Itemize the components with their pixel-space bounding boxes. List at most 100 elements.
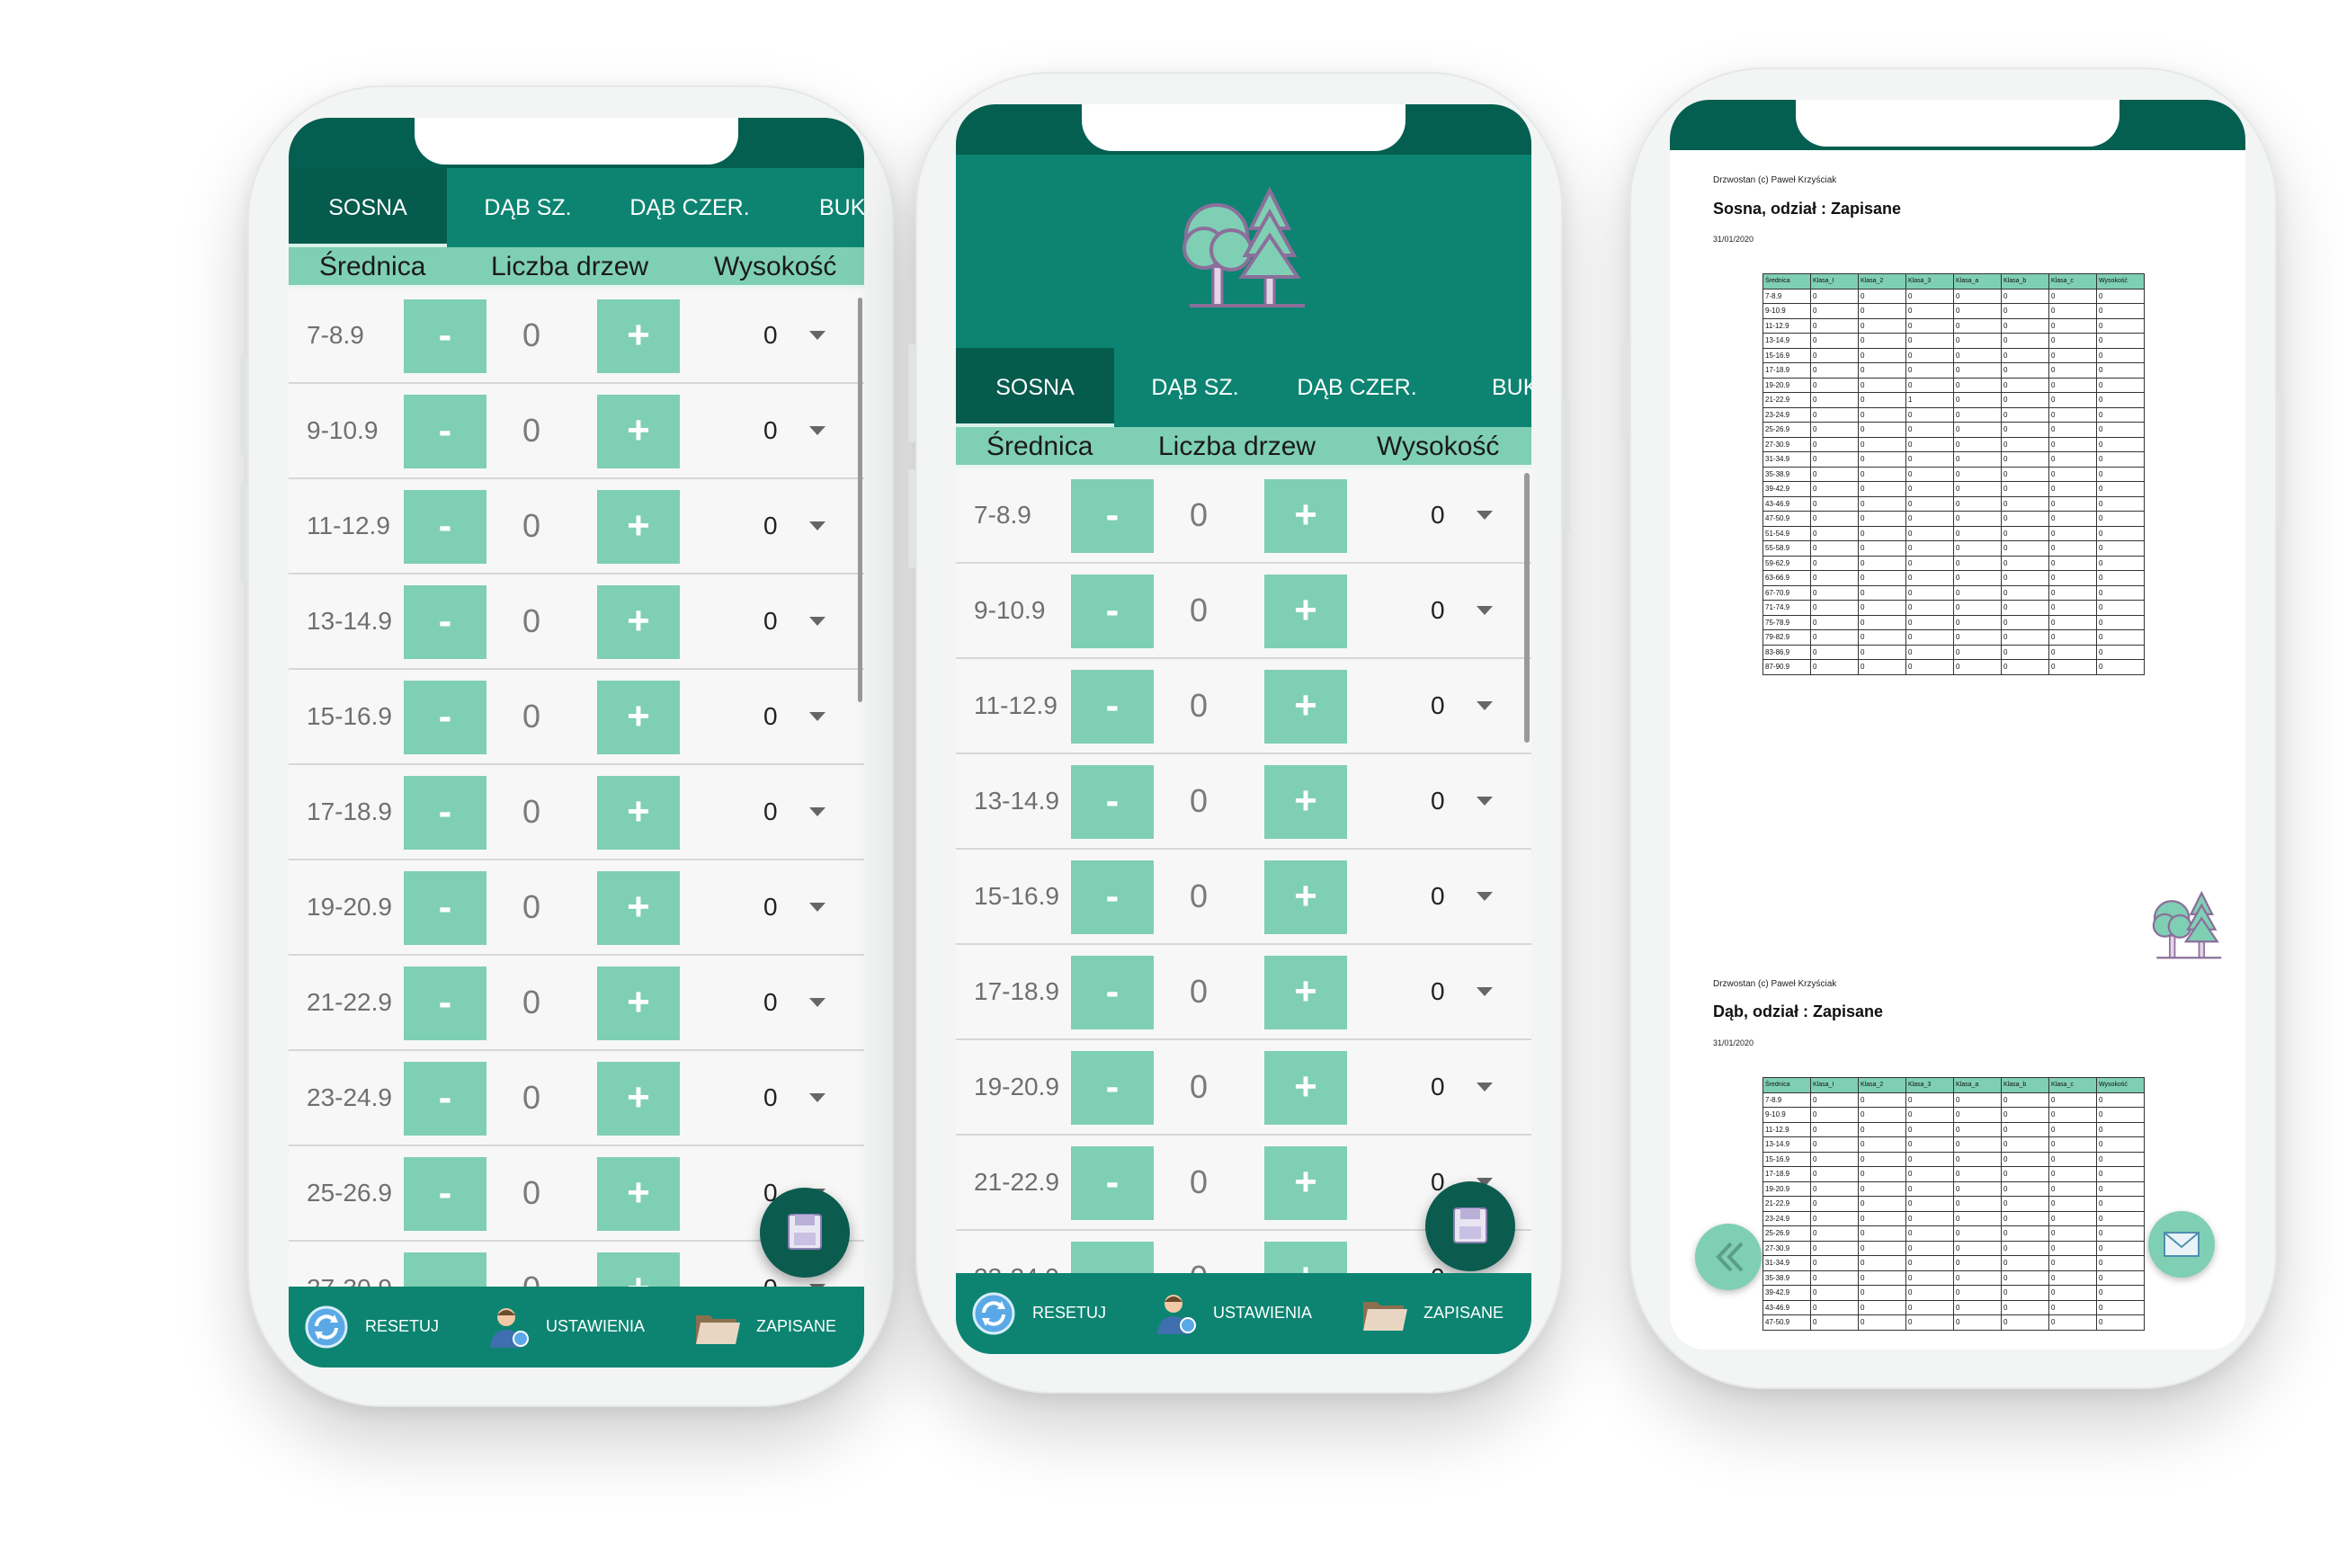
- chevron-down-icon[interactable]: [809, 998, 825, 1007]
- plus-button[interactable]: +: [1264, 1242, 1347, 1278]
- height-value[interactable]: 0: [1431, 468, 1445, 564]
- plus-button[interactable]: +: [597, 490, 680, 564]
- plus-button[interactable]: +: [597, 871, 680, 945]
- back-button[interactable]: [1695, 1224, 1762, 1290]
- tab-sosna[interactable]: SOSNA: [956, 348, 1114, 427]
- report-document[interactable]: Drzwostan (c) Paweł Krzyściak Sosna, odz…: [1670, 150, 2245, 1350]
- plus-button[interactable]: +: [1264, 765, 1347, 839]
- reset-button[interactable]: RESETUJ: [969, 1273, 1113, 1354]
- height-value[interactable]: 0: [1431, 945, 1445, 1040]
- minus-button[interactable]: -: [404, 585, 486, 659]
- reset-button[interactable]: RESETUJ: [302, 1287, 446, 1368]
- plus-button[interactable]: +: [1264, 956, 1347, 1029]
- minus-button[interactable]: -: [404, 681, 486, 754]
- diameter-row: 23-24.9-0 +0: [289, 1051, 864, 1146]
- height-value[interactable]: 0: [763, 479, 778, 575]
- plus-button[interactable]: +: [597, 967, 680, 1040]
- height-value[interactable]: 0: [763, 1051, 778, 1146]
- height-value[interactable]: 0: [1431, 754, 1445, 850]
- chevron-down-icon[interactable]: [809, 617, 825, 626]
- chevron-down-icon[interactable]: [809, 521, 825, 530]
- chevron-down-icon[interactable]: [1477, 511, 1493, 520]
- height-value[interactable]: 0: [1431, 659, 1445, 754]
- minus-button[interactable]: -: [404, 299, 486, 373]
- height-value[interactable]: 0: [763, 384, 778, 479]
- minus-button[interactable]: -: [404, 490, 486, 564]
- minus-button[interactable]: -: [404, 395, 486, 468]
- saved-button[interactable]: ZAPISANE: [693, 1287, 855, 1368]
- minus-button[interactable]: -: [1071, 956, 1154, 1029]
- chevron-down-icon[interactable]: [1477, 701, 1493, 710]
- minus-button[interactable]: -: [1071, 765, 1154, 839]
- chevron-down-icon[interactable]: [1477, 797, 1493, 806]
- tab-dab-czer[interactable]: DĄB CZER.: [609, 168, 771, 247]
- settings-button[interactable]: USTAWIENIA: [1152, 1273, 1323, 1354]
- minus-button[interactable]: -: [1071, 860, 1154, 934]
- save-fab[interactable]: [760, 1188, 850, 1278]
- minus-button[interactable]: -: [1071, 1051, 1154, 1125]
- minus-button[interactable]: -: [404, 967, 486, 1040]
- tab-dab-sz[interactable]: DĄB SZ.: [447, 168, 609, 247]
- plus-button[interactable]: +: [597, 776, 680, 850]
- settings-button[interactable]: USTAWIENIA: [485, 1287, 656, 1368]
- minus-button[interactable]: -: [1071, 1242, 1154, 1278]
- minus-button[interactable]: -: [404, 871, 486, 945]
- chevron-down-icon[interactable]: [809, 807, 825, 816]
- minus-button[interactable]: -: [404, 776, 486, 850]
- chevron-down-icon[interactable]: [1477, 606, 1493, 615]
- height-value[interactable]: 0: [763, 670, 778, 765]
- height-value[interactable]: 0: [763, 289, 778, 384]
- chevron-down-icon[interactable]: [809, 903, 825, 912]
- saved-button[interactable]: ZAPISANE: [1361, 1273, 1522, 1354]
- scrollbar[interactable]: [858, 298, 862, 702]
- plus-button[interactable]: +: [597, 585, 680, 659]
- table-cell: 0: [1858, 377, 1906, 393]
- minus-button[interactable]: -: [404, 1252, 486, 1287]
- height-value[interactable]: 0: [763, 860, 778, 956]
- plus-button[interactable]: +: [1264, 1051, 1347, 1125]
- height-value[interactable]: 0: [763, 956, 778, 1051]
- tab-dab-czer[interactable]: DĄB CZER.: [1276, 348, 1438, 427]
- diameter-list[interactable]: 7-8.9-0 +0 9-10.9-0 +0 11-12.9-0 +0 13-14.9-0 +…: [956, 468, 1531, 1278]
- tree-count: 0: [522, 793, 541, 830]
- minus-button[interactable]: -: [1071, 479, 1154, 553]
- minus-button[interactable]: -: [1071, 575, 1154, 648]
- plus-button[interactable]: +: [597, 1252, 680, 1287]
- chevron-down-icon[interactable]: [1477, 987, 1493, 996]
- minus-button[interactable]: -: [1071, 670, 1154, 744]
- send-email-button[interactable]: [2148, 1211, 2215, 1278]
- table-row: 75-78.9 0 0 0 0 0 0 0: [1762, 614, 2145, 630]
- chevron-down-icon[interactable]: [809, 426, 825, 435]
- scrollbar[interactable]: [1524, 473, 1530, 743]
- diameter-list[interactable]: 7-8.9-0 +0 9-10.9-0 +0 11-12.9-0 +0 13-14.9-0 +…: [289, 289, 864, 1287]
- plus-button[interactable]: +: [1264, 1146, 1347, 1220]
- chevron-down-icon[interactable]: [1477, 892, 1493, 901]
- height-value[interactable]: 0: [1431, 564, 1445, 659]
- plus-button[interactable]: +: [597, 299, 680, 373]
- height-value[interactable]: 0: [1431, 850, 1445, 945]
- tab-dab-sz[interactable]: DĄB SZ.: [1114, 348, 1276, 427]
- plus-button[interactable]: +: [597, 1062, 680, 1136]
- height-value[interactable]: 0: [763, 575, 778, 670]
- minus-button[interactable]: -: [404, 1157, 486, 1231]
- chevron-down-icon[interactable]: [1477, 1082, 1493, 1091]
- tab-buk[interactable]: BUK: [1492, 348, 1531, 427]
- tab-sosna[interactable]: SOSNA: [289, 168, 447, 247]
- table-cell: 0: [2001, 644, 2049, 660]
- height-value[interactable]: 0: [763, 765, 778, 860]
- plus-button[interactable]: +: [1264, 575, 1347, 648]
- plus-button[interactable]: +: [597, 395, 680, 468]
- plus-button[interactable]: +: [1264, 670, 1347, 744]
- minus-button[interactable]: -: [404, 1062, 486, 1136]
- plus-button[interactable]: +: [597, 1157, 680, 1231]
- chevron-down-icon[interactable]: [809, 712, 825, 721]
- plus-button[interactable]: +: [1264, 479, 1347, 553]
- chevron-down-icon[interactable]: [809, 331, 825, 340]
- chevron-down-icon[interactable]: [809, 1093, 825, 1102]
- minus-button[interactable]: -: [1071, 1146, 1154, 1220]
- plus-button[interactable]: +: [1264, 860, 1347, 934]
- height-value[interactable]: 0: [1431, 1040, 1445, 1136]
- plus-button[interactable]: +: [597, 681, 680, 754]
- save-fab[interactable]: [1425, 1181, 1515, 1271]
- tab-buk[interactable]: BUK: [819, 168, 864, 247]
